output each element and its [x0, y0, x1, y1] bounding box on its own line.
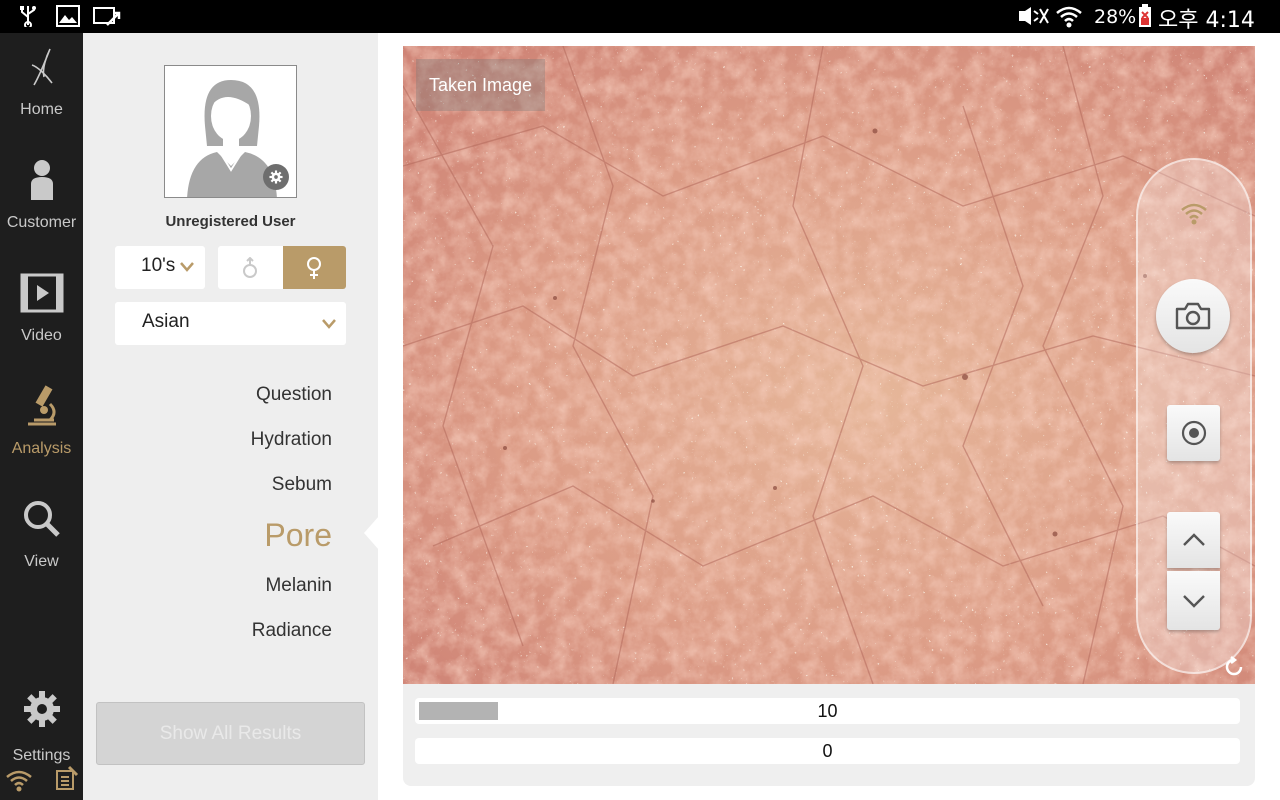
menu-pore[interactable]: Pore	[264, 517, 332, 554]
menu-hydration[interactable]: Hydration	[251, 429, 332, 451]
gear-icon	[20, 687, 64, 731]
battery-icon	[1137, 4, 1153, 28]
menu-melanin[interactable]: Melanin	[265, 575, 332, 597]
meter-value: 0	[822, 741, 833, 761]
video-icon	[20, 271, 64, 315]
device-battery-icon	[55, 765, 79, 795]
nav-home[interactable]: Home	[0, 33, 83, 133]
clock: 오후 4:14	[1158, 8, 1255, 33]
nav-customer-label: Customer	[6, 214, 77, 231]
image-icon	[56, 4, 80, 28]
zoom-down-button[interactable]	[1167, 571, 1220, 630]
female-symbol-icon	[307, 257, 321, 279]
pore-meter-primary: 10	[415, 698, 1240, 724]
show-all-results-button[interactable]: Show All Results	[96, 702, 365, 765]
customer-panel: Unregistered User 10's Asian Question Hy…	[83, 33, 379, 800]
taken-image-label: Taken Image	[416, 59, 546, 111]
wifi-icon	[1055, 4, 1083, 28]
record-icon	[1181, 420, 1206, 446]
user-name: Unregistered User	[165, 213, 296, 230]
device-wifi-icon	[5, 768, 33, 796]
meter-value: 10	[817, 701, 838, 721]
battery-percent: 28%	[1094, 6, 1137, 28]
nav-video-label: Video	[21, 327, 62, 344]
nav-customer[interactable]: Customer	[0, 146, 83, 246]
age-value: 10's	[141, 255, 176, 276]
nav-view[interactable]: View	[0, 485, 83, 585]
search-icon	[20, 497, 64, 541]
microscope-icon	[20, 384, 64, 428]
nav-view-label: View	[24, 553, 59, 570]
nav-analysis[interactable]: Analysis	[0, 372, 83, 472]
zoom-up-button[interactable]	[1167, 512, 1220, 568]
age-select[interactable]: 10's	[115, 246, 205, 289]
usb-icon	[16, 4, 40, 28]
capture-button[interactable]	[1156, 279, 1230, 353]
male-symbol-icon	[243, 257, 257, 278]
pore-meter-secondary: 0	[415, 738, 1240, 764]
ethnicity-value: Asian	[142, 311, 190, 332]
chevron-down-icon	[1182, 594, 1205, 608]
person-icon	[20, 158, 64, 202]
skin-texture-image	[403, 46, 1255, 684]
main-content: Taken Image 10 0	[378, 33, 1280, 800]
mute-icon	[1016, 4, 1050, 28]
nav-home-label: Home	[20, 101, 63, 118]
device-connection-wifi-icon	[1180, 201, 1208, 229]
camera-icon	[1175, 302, 1211, 330]
edit-avatar-gear-icon[interactable]	[263, 164, 289, 190]
chevron-down-icon	[180, 262, 194, 272]
skin-image: Taken Image	[403, 46, 1255, 684]
nav-settings[interactable]: Settings	[0, 679, 83, 779]
chevron-up-icon	[1182, 533, 1205, 546]
ethnicity-select[interactable]: Asian	[115, 302, 346, 345]
chevron-down-icon	[322, 319, 336, 329]
nav-settings-label: Settings	[12, 747, 71, 764]
gender-female-button[interactable]	[283, 246, 346, 289]
record-button[interactable]	[1167, 405, 1220, 461]
gender-male-button[interactable]	[218, 246, 283, 289]
nav-video[interactable]: Video	[0, 259, 83, 359]
menu-question[interactable]: Question	[256, 384, 332, 406]
nav-analysis-label: Analysis	[11, 440, 72, 457]
home-logo-icon	[20, 45, 64, 89]
status-bar: 28% 오후 4:14	[0, 0, 1280, 33]
left-nav: Home Customer Video Analysis View Settin…	[0, 33, 83, 800]
avatar[interactable]	[164, 65, 297, 198]
active-pointer	[364, 516, 379, 550]
screen-share-icon	[93, 4, 121, 28]
menu-radiance[interactable]: Radiance	[252, 620, 332, 642]
menu-sebum[interactable]: Sebum	[272, 474, 332, 496]
